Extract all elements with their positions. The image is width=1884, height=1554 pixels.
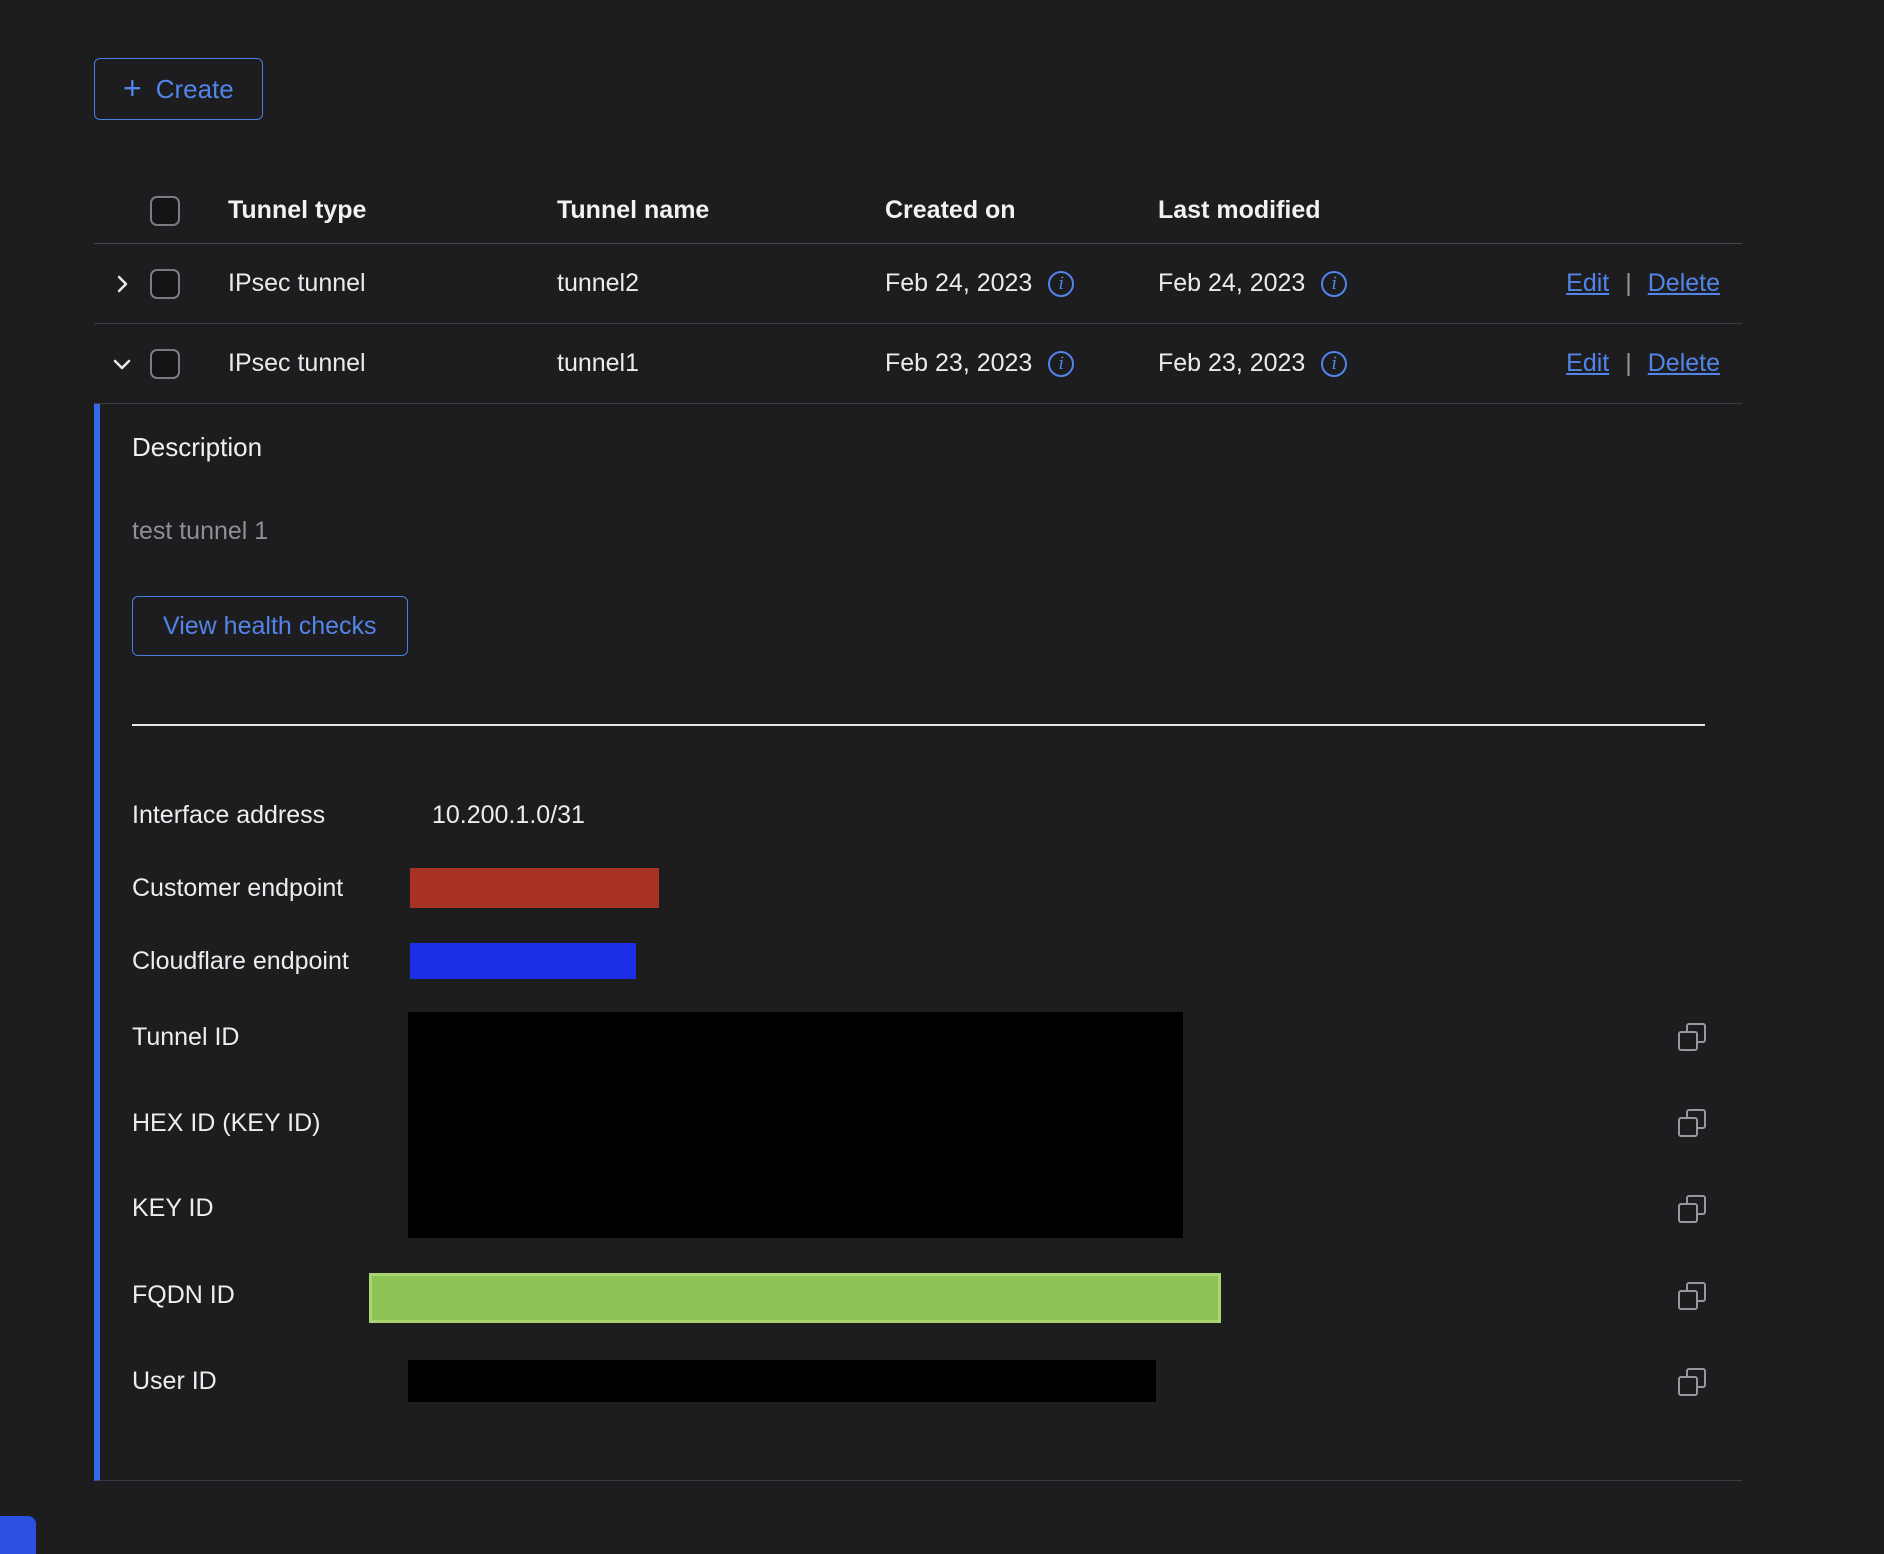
header-tunnel-type: Tunnel type	[228, 196, 557, 225]
tunnel-name-cell: tunnel2	[557, 269, 885, 298]
select-all-checkbox[interactable]	[150, 196, 180, 226]
plus-icon: +	[123, 72, 142, 104]
tunnel-type-cell: IPsec tunnel	[228, 349, 557, 378]
fqdn-id-label: FQDN ID	[132, 1270, 235, 1320]
ids-redacted-block	[408, 1012, 1183, 1238]
link-separator: |	[1625, 269, 1632, 298]
create-button-label: Create	[156, 74, 234, 105]
description-label: Description	[132, 432, 262, 463]
chat-widget-corner[interactable]	[0, 1516, 36, 1554]
table-row-tunnel1: IPsec tunnel tunnel1 Feb 23, 2023 i Feb …	[94, 324, 1742, 404]
delete-link[interactable]: Delete	[1648, 349, 1720, 378]
copy-key-id-icon[interactable]	[1678, 1195, 1706, 1223]
interface-address-label: Interface address	[132, 790, 325, 840]
key-id-label: KEY ID	[132, 1183, 214, 1233]
hex-id-label: HEX ID (KEY ID)	[132, 1098, 320, 1148]
created-on-cell: Feb 23, 2023	[885, 349, 1032, 378]
info-icon[interactable]: i	[1321, 271, 1347, 297]
row-checkbox[interactable]	[150, 349, 180, 379]
tunnel-detail-panel: Description test tunnel 1 View health ch…	[94, 404, 1742, 1481]
tunnel-name-cell: tunnel1	[557, 349, 885, 378]
section-divider	[132, 724, 1705, 726]
info-icon[interactable]: i	[1048, 271, 1074, 297]
view-health-checks-label: View health checks	[163, 612, 377, 641]
last-modified-cell: Feb 24, 2023	[1158, 269, 1305, 298]
info-icon[interactable]: i	[1321, 351, 1347, 377]
header-created-on: Created on	[885, 196, 1158, 225]
header-last-modified: Last modified	[1158, 196, 1488, 225]
table-header-row: Tunnel type Tunnel name Created on Last …	[94, 178, 1742, 244]
tunnel-id-label: Tunnel ID	[132, 1012, 239, 1062]
info-icon[interactable]: i	[1048, 351, 1074, 377]
fqdn-id-redacted-value	[369, 1273, 1221, 1323]
cloudflare-endpoint-redacted-value	[410, 943, 636, 979]
created-on-cell: Feb 24, 2023	[885, 269, 1032, 298]
expand-chevron-right-icon[interactable]	[94, 272, 150, 296]
tunnels-table: Tunnel type Tunnel name Created on Last …	[94, 178, 1742, 404]
edit-link[interactable]: Edit	[1566, 349, 1609, 378]
tunnel-type-cell: IPsec tunnel	[228, 269, 557, 298]
create-button[interactable]: + Create	[94, 58, 263, 120]
copy-tunnel-id-icon[interactable]	[1678, 1023, 1706, 1051]
interface-address-value: 10.200.1.0/31	[432, 790, 585, 840]
row-checkbox[interactable]	[150, 269, 180, 299]
collapse-chevron-down-icon[interactable]	[94, 352, 150, 376]
description-value: test tunnel 1	[132, 517, 268, 546]
customer-endpoint-label: Customer endpoint	[132, 863, 343, 913]
edit-link[interactable]: Edit	[1566, 269, 1609, 298]
copy-hex-id-icon[interactable]	[1678, 1109, 1706, 1137]
table-row-tunnel2: IPsec tunnel tunnel2 Feb 24, 2023 i Feb …	[94, 244, 1742, 324]
link-separator: |	[1625, 349, 1632, 378]
user-id-redacted-value	[408, 1360, 1156, 1402]
header-tunnel-name: Tunnel name	[557, 196, 885, 225]
copy-user-id-icon[interactable]	[1678, 1368, 1706, 1396]
delete-link[interactable]: Delete	[1648, 269, 1720, 298]
copy-fqdn-id-icon[interactable]	[1678, 1282, 1706, 1310]
cloudflare-endpoint-label: Cloudflare endpoint	[132, 936, 349, 986]
view-health-checks-button[interactable]: View health checks	[132, 596, 408, 656]
user-id-label: User ID	[132, 1356, 217, 1406]
tunnels-page: + Create Tunnel type Tunnel name Created…	[0, 0, 1884, 1554]
last-modified-cell: Feb 23, 2023	[1158, 349, 1305, 378]
customer-endpoint-redacted-value	[410, 868, 659, 908]
